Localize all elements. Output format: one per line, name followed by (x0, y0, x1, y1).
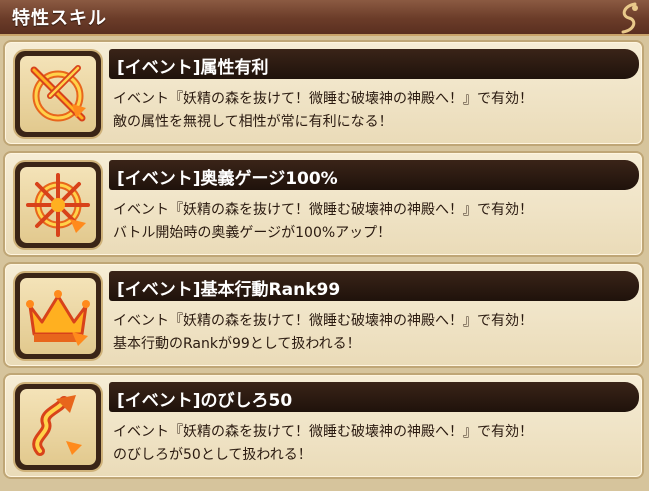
skill-description-line: イベント『妖精の森を抜けて！微睡む破壊神の神殿へ！』で有効！ (113, 424, 533, 440)
skill-description-line: 敵の属性を無視して相性が常に有利になる！ (113, 114, 393, 130)
skill-description-line: イベント『妖精の森を抜けて！微睡む破壊神の神殿へ！』で有効！ (113, 313, 533, 329)
section-header: 特性スキル (0, 0, 649, 36)
skill-icon-frame (15, 384, 101, 470)
skill-card[interactable]: [イベント]属性有利 イベント『妖精の森を抜けて！微睡む破壊神の神殿へ！』で有効… (3, 40, 644, 146)
skill-description: イベント『妖精の森を抜けて！微睡む破壊神の神殿へ！』で有効！ 敵の属性を無視して… (113, 88, 633, 134)
section-title: 特性スキル (12, 8, 107, 29)
skill-description: イベント『妖精の森を抜けて！微睡む破壊神の神殿へ！』で有効！ 基本行動のRank… (113, 310, 633, 356)
skill-card[interactable]: [イベント]基本行動Rank99 イベント『妖精の森を抜けて！微睡む破壊神の神殿… (3, 262, 644, 368)
crown-icon (26, 290, 90, 346)
skill-icon-frame (15, 273, 101, 359)
skill-description-line: バトル開始時の奥義ゲージが100%アップ！ (113, 225, 392, 241)
skill-title-bar: [イベント]のびしろ50 (109, 382, 639, 412)
skill-description: イベント『妖精の森を抜けて！微睡む破壊神の神殿へ！』で有効！ のびしろが50とし… (113, 421, 633, 467)
skill-icon-frame (15, 51, 101, 137)
skill-description-line: イベント『妖精の森を抜けて！微睡む破壊神の神殿へ！』で有効！ (113, 91, 533, 107)
skill-title: [イベント]奥義ゲージ100% (117, 169, 338, 189)
skill-list: [イベント]属性有利 イベント『妖精の森を抜けて！微睡む破壊神の神殿へ！』で有効… (0, 36, 649, 491)
scroll-ornament-icon (621, 2, 638, 34)
skill-title: [イベント]のびしろ50 (117, 391, 293, 411)
skill-title: [イベント]属性有利 (117, 58, 269, 78)
skill-card[interactable]: [イベント]のびしろ50 イベント『妖精の森を抜けて！微睡む破壊神の神殿へ！』で… (3, 373, 644, 479)
skill-description: イベント『妖精の森を抜けて！微睡む破壊神の神殿へ！』で有効！ バトル開始時の奥義… (113, 199, 633, 245)
skill-description-line: のびしろが50として扱われる！ (113, 447, 312, 463)
skill-title-bar: [イベント]基本行動Rank99 (109, 271, 639, 301)
ougi-gauge-icon (26, 173, 90, 237)
attribute-advantage-icon (30, 65, 86, 122)
skill-title: [イベント]基本行動Rank99 (117, 280, 341, 300)
skill-icon-frame (15, 162, 101, 248)
skill-card[interactable]: [イベント]奥義ゲージ100% イベント『妖精の森を抜けて！微睡む破壊神の神殿へ… (3, 151, 644, 257)
skill-title-bar: [イベント]奥義ゲージ100% (109, 160, 639, 190)
skill-title-bar: [イベント]属性有利 (109, 49, 639, 79)
skill-description-line: イベント『妖精の森を抜けて！微睡む破壊神の神殿へ！』で有効！ (113, 202, 533, 218)
skill-description-line: 基本行動のRankが99として扱われる！ (113, 336, 361, 352)
growth-arrow-icon (32, 395, 82, 456)
